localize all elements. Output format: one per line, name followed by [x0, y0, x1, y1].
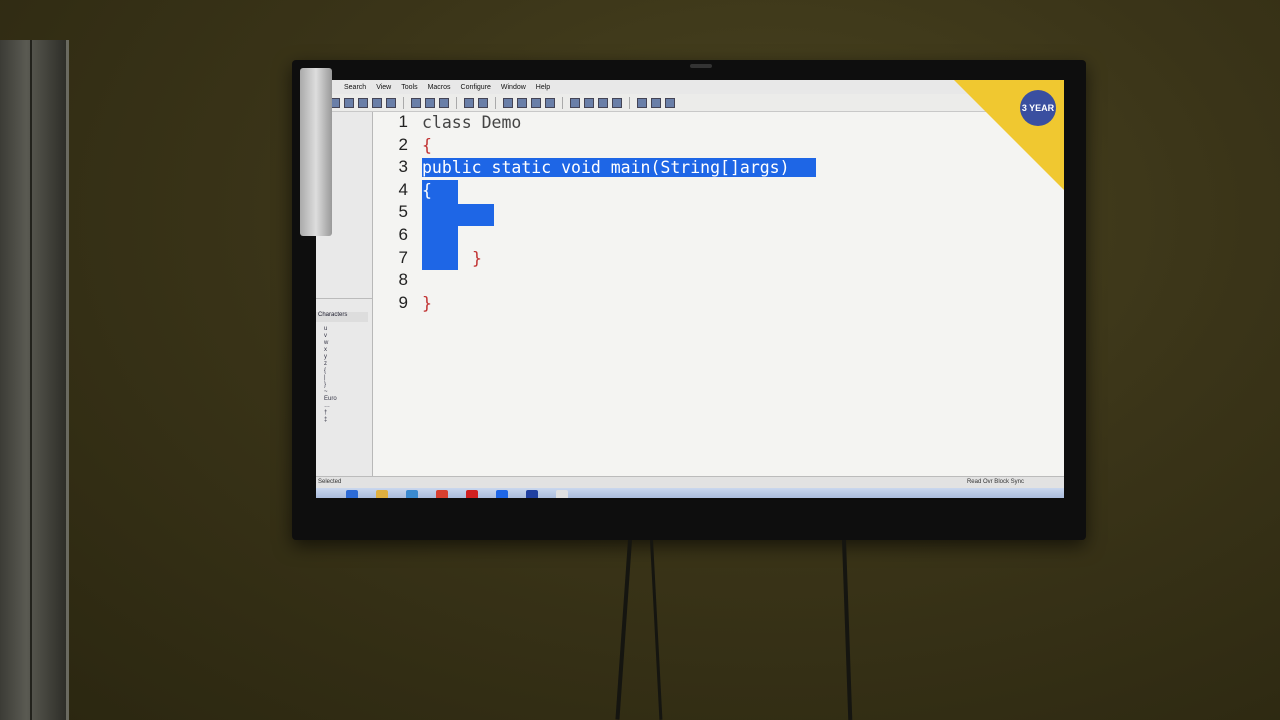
find-icon[interactable] [598, 97, 608, 108]
characters-list: u v w x y z { | } ~ Euro … † ‡ [324, 326, 337, 424]
char-item[interactable]: w [324, 340, 337, 347]
explorer-icon[interactable] [406, 490, 418, 498]
paragraph-icon[interactable] [545, 97, 555, 108]
cable [842, 539, 853, 720]
open-file-icon[interactable] [344, 97, 354, 108]
char-item[interactable]: u [324, 326, 337, 333]
opera-icon[interactable] [466, 490, 478, 498]
code-line-selected[interactable] [422, 202, 1062, 225]
warranty-badge: 3 YEAR [1020, 90, 1056, 126]
menu-view[interactable]: View [376, 84, 391, 91]
char-item[interactable]: x [324, 347, 337, 354]
outdent-icon[interactable] [517, 97, 527, 108]
pen-holder [300, 68, 332, 236]
toolbar-separator [456, 96, 457, 109]
char-item[interactable]: … [324, 403, 337, 410]
status-modes: Read Ovr Block Sync [966, 479, 1024, 485]
line-number: 6 [398, 224, 408, 244]
code-text: { [422, 180, 446, 200]
editor-taskbar-icon[interactable] [496, 490, 508, 498]
line-number: 3 [398, 157, 408, 177]
menu-search[interactable]: Search [344, 84, 366, 91]
char-item[interactable]: Euro [324, 396, 337, 403]
menu-tools[interactable]: Tools [401, 84, 417, 91]
toolbar [316, 94, 1064, 112]
code-text: { [422, 135, 432, 155]
char-item[interactable]: ‡ [324, 417, 337, 424]
cut-icon[interactable] [411, 97, 421, 108]
line-number: 7 [398, 247, 408, 267]
spellcheck-icon[interactable] [584, 97, 594, 108]
toolbar-separator [495, 96, 496, 109]
characters-panel-title[interactable]: Characters [316, 312, 368, 322]
app-icon[interactable] [556, 490, 568, 498]
code-line[interactable]: } [422, 293, 1062, 316]
cable [650, 539, 663, 720]
toolbar-separator [629, 96, 630, 109]
line-number: 4 [398, 179, 408, 199]
cable [615, 539, 632, 720]
code-text: public static void main(String[]args) [422, 158, 816, 178]
menu-macros[interactable]: Macros [428, 84, 451, 91]
line-number: 8 [398, 270, 408, 290]
menu-help[interactable]: Help [536, 84, 550, 91]
folder-icon[interactable] [376, 490, 388, 498]
play-macro-icon[interactable] [651, 97, 661, 108]
line-number: 9 [398, 292, 408, 312]
door-seam [30, 40, 32, 720]
indent-icon[interactable] [503, 97, 513, 108]
char-item[interactable]: { [324, 368, 337, 375]
menu-configure[interactable]: Configure [461, 84, 491, 91]
char-item[interactable]: y [324, 354, 337, 361]
replace-icon[interactable] [612, 97, 622, 108]
screen: Search View Tools Macros Configure Windo… [316, 80, 1064, 498]
line-number: 5 [398, 202, 408, 222]
tv-logo [690, 64, 712, 68]
word-icon[interactable] [526, 490, 538, 498]
taskbar [316, 488, 1064, 498]
copy-icon[interactable] [425, 97, 435, 108]
undo-icon[interactable] [464, 97, 474, 108]
paste-icon[interactable] [439, 97, 449, 108]
char-item[interactable]: z [324, 361, 337, 368]
toolbar-separator [562, 96, 563, 109]
char-item[interactable]: † [324, 410, 337, 417]
menu-bar: Search View Tools Macros Configure Windo… [316, 80, 1064, 94]
code-text: } [472, 248, 482, 268]
code-line[interactable] [422, 270, 1062, 293]
char-item[interactable]: | [324, 375, 337, 382]
code-text: } [422, 293, 432, 313]
char-item[interactable]: } [324, 382, 337, 389]
save-icon[interactable] [358, 97, 368, 108]
print-icon[interactable] [386, 97, 396, 108]
menu-window[interactable]: Window [501, 84, 526, 91]
save-all-icon[interactable] [372, 97, 382, 108]
line-number-gutter: 1 2 3 4 5 6 7 8 9 [374, 112, 414, 472]
code-text: class Demo [422, 113, 522, 132]
char-item[interactable]: v [324, 333, 337, 340]
redo-icon[interactable] [478, 97, 488, 108]
line-number: 1 [398, 112, 408, 131]
toolbar-separator [403, 96, 404, 109]
wrap-icon[interactable] [531, 97, 541, 108]
line-number: 2 [398, 134, 408, 154]
char-item[interactable]: ~ [324, 389, 337, 396]
wall-door-frame [0, 40, 69, 720]
record-macro-icon[interactable] [637, 97, 647, 108]
help-icon[interactable] [665, 97, 675, 108]
start-icon[interactable] [346, 490, 358, 498]
status-selected: Selected [318, 479, 342, 485]
chrome-icon[interactable] [436, 490, 448, 498]
code-line-selected[interactable] [422, 225, 1062, 248]
code-line[interactable]: } [422, 248, 1062, 271]
browser-icon[interactable] [570, 97, 580, 108]
